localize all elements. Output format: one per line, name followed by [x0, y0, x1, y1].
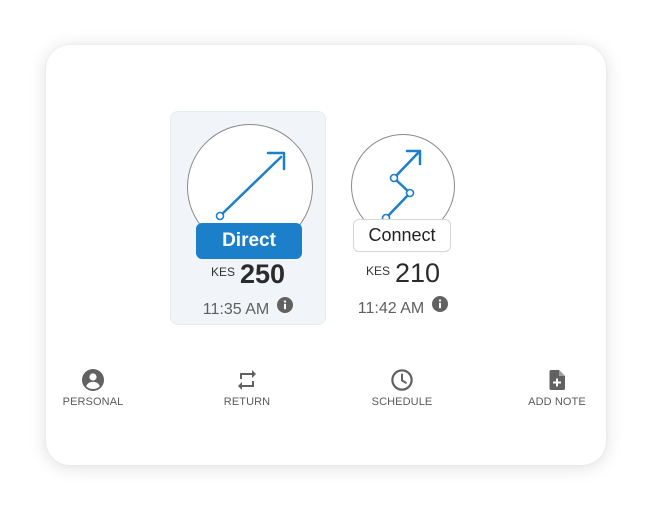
personal-label: PERSONAL: [62, 396, 124, 408]
departure-time: 11:35 AM: [202, 301, 270, 318]
info-icon[interactable]: [277, 297, 294, 313]
add-note-icon: [549, 370, 565, 390]
repeat-arrows-icon: [238, 370, 256, 390]
schedule-button[interactable]: SCHEDULE: [352, 368, 452, 408]
price-amount: 210: [394, 258, 441, 288]
route-label-direct: Direct: [196, 223, 302, 259]
return-label: RETURN: [223, 396, 271, 408]
schedule-label: SCHEDULE: [371, 396, 433, 408]
route-option-connect[interactable]: Connect KES 210 11:42 AM: [342, 111, 464, 325]
currency-label: KES: [210, 265, 235, 279]
action-bar: PERSONAL RETURN SCHEDULE ADD NOTE: [0, 368, 651, 418]
price-amount: 250: [239, 259, 286, 289]
info-icon[interactable]: [432, 296, 449, 312]
currency-label: KES: [365, 264, 390, 278]
person-circle-icon: [82, 369, 104, 391]
price-direct: KES 250: [171, 259, 325, 290]
direct-route-arrow-icon: [215, 151, 286, 221]
departure-time: 11:42 AM: [357, 300, 425, 317]
add-note-button[interactable]: ADD NOTE: [507, 368, 607, 408]
route-label-connect: Connect: [353, 219, 451, 252]
clock-icon: [391, 369, 413, 391]
connecting-route-arrow-icon: [381, 149, 422, 223]
departure-time-direct: 11:35 AM: [171, 297, 325, 319]
route-option-direct[interactable]: Direct KES 250 11:35 AM: [170, 111, 326, 325]
add-note-label: ADD NOTE: [528, 396, 586, 408]
personal-button[interactable]: PERSONAL: [43, 368, 143, 408]
return-button[interactable]: RETURN: [197, 368, 297, 408]
price-connect: KES 210: [342, 258, 464, 289]
departure-time-connect: 11:42 AM: [342, 296, 464, 318]
